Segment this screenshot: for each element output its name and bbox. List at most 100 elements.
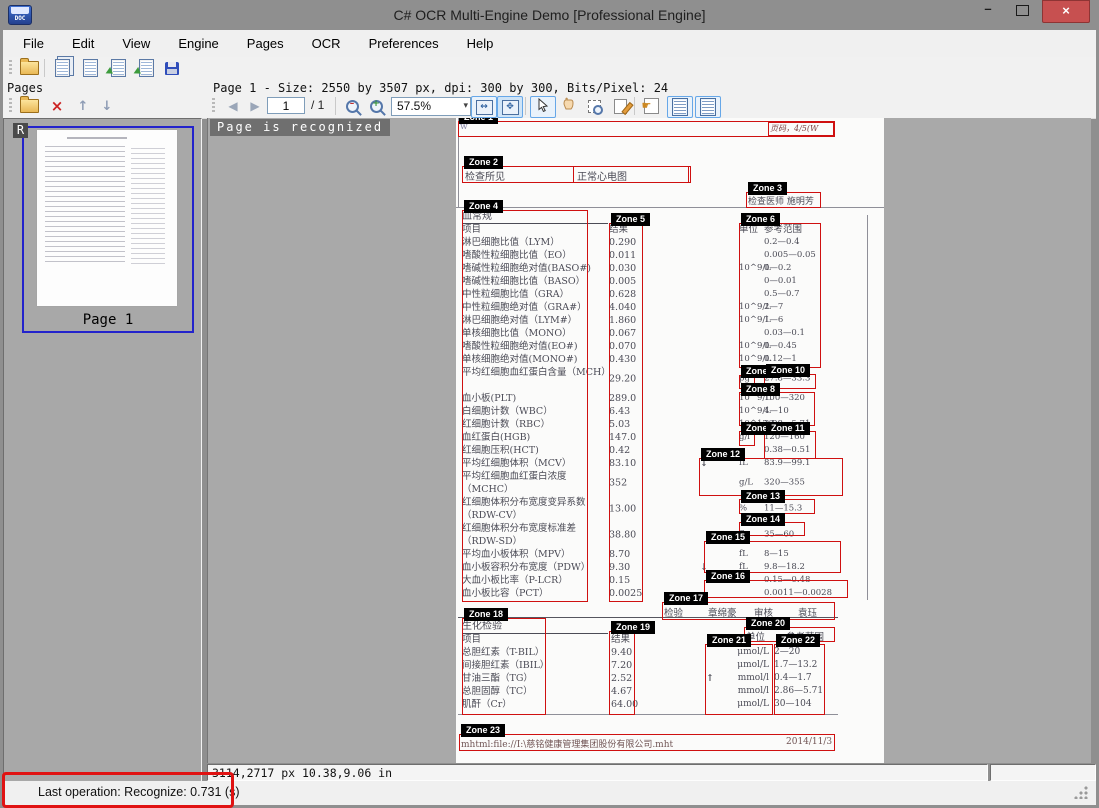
zone-label-chip[interactable]: Zone 16: [706, 570, 750, 583]
toolbar-separator: [44, 59, 45, 77]
page-thumbnail[interactable]: Page 1: [22, 126, 194, 333]
page-number-input[interactable]: [267, 97, 305, 114]
delete-icon: ×: [51, 99, 64, 114]
recognize-button[interactable]: [639, 96, 663, 116]
status-field-empty: [990, 764, 1096, 781]
zone-rect[interactable]: [705, 644, 773, 715]
doc-toolbar-grip[interactable]: [212, 98, 215, 114]
thumbnail-image[interactable]: [37, 130, 177, 306]
zone-label-chip[interactable]: Zone 13: [741, 490, 785, 503]
edit-zones-button[interactable]: [608, 96, 632, 116]
zone-label-chip[interactable]: Zone 20: [746, 617, 790, 630]
document-view[interactable]: Page is recognized Zone 1 w 页码，4/5(W Zon…: [207, 118, 1091, 763]
layout-view-button[interactable]: [667, 96, 693, 118]
menu-item-view[interactable]: View: [108, 31, 164, 56]
zone-rect[interactable]: [462, 618, 546, 715]
text-layout-icon: [700, 98, 716, 116]
fit-page-icon: ✥: [502, 100, 519, 115]
open-file-button[interactable]: [17, 58, 41, 78]
menu-item-edit[interactable]: Edit: [58, 31, 108, 56]
zone-rect[interactable]: [774, 644, 825, 715]
save-button[interactable]: [160, 58, 184, 78]
label-row: Pages Page 1 - Size: 2550 by 3507 px, dp…: [3, 80, 1096, 95]
zone-label-chip[interactable]: Zone 19: [611, 621, 655, 634]
close-button[interactable]: ×: [1042, 0, 1090, 23]
toolbar-separator: [335, 97, 336, 115]
next-icon: ▶: [250, 99, 259, 113]
scanned-page[interactable]: Zone 1 w 页码，4/5(W Zone 2 检查所见 正常心电图 Zone…: [456, 118, 884, 763]
fit-width-button[interactable]: ↔: [471, 96, 497, 118]
zone-label-chip[interactable]: Zone 6: [741, 213, 780, 226]
zone-label-chip[interactable]: Zone 15: [706, 531, 750, 544]
toolbar-grip[interactable]: [9, 60, 12, 76]
thumbnail-caption: Page 1: [24, 312, 192, 328]
prev-page-button[interactable]: ◀: [221, 96, 245, 116]
menu-item-preferences[interactable]: Preferences: [355, 31, 453, 56]
zone-rect[interactable]: [609, 631, 635, 715]
paste-page-button[interactable]: [134, 58, 158, 78]
fit-page-button[interactable]: ✥: [497, 96, 523, 118]
pages-toolbar-grip[interactable]: [9, 98, 12, 114]
recognized-badge: R: [13, 123, 28, 138]
chevron-down-icon[interactable]: ▾: [463, 100, 468, 111]
menu-item-help[interactable]: Help: [453, 31, 508, 56]
move-page-down-button[interactable]: ↓: [95, 96, 119, 116]
app-window: { "window": { "title": "C# OCR Multi-Eng…: [0, 0, 1099, 808]
zone-label-chip[interactable]: Zone 14: [741, 513, 785, 526]
zone-rect[interactable]: [739, 223, 821, 368]
zone-label-chip[interactable]: Zone 1: [459, 118, 498, 124]
zone-label-chip[interactable]: Zone 5: [611, 213, 650, 226]
page-view-button[interactable]: [78, 58, 102, 78]
menu-item-engine[interactable]: Engine: [164, 31, 232, 56]
zone-rect[interactable]: [704, 541, 841, 573]
zone-label-chip[interactable]: Zone 17: [664, 592, 708, 605]
move-page-up-button[interactable]: ↑: [71, 96, 95, 116]
zone-label-chip[interactable]: Zone 2: [464, 156, 503, 169]
text-view-button[interactable]: [695, 96, 721, 118]
zone-label-chip[interactable]: Zone 4: [464, 200, 503, 213]
zoom-level-combobox[interactable]: 57.5% ▾: [391, 97, 471, 116]
layout-icon: [672, 98, 688, 116]
zone-rect[interactable]: [764, 431, 816, 459]
select-tool-button[interactable]: [530, 96, 556, 118]
zoom-in-button[interactable]: +: [364, 96, 388, 116]
zone-label-chip[interactable]: Zone 18: [464, 608, 508, 621]
resize-grip[interactable]: [1074, 785, 1088, 799]
zone-label-chip[interactable]: Zone 11: [766, 422, 810, 435]
zone-rect[interactable]: [462, 210, 588, 602]
zoom-select-tool-button[interactable]: [582, 96, 606, 116]
pan-tool-button[interactable]: [556, 96, 580, 116]
zone-rect[interactable]: 页码，4/5(W: [768, 122, 834, 136]
menu-item-pages[interactable]: Pages: [233, 31, 298, 56]
next-page-button[interactable]: ▶: [243, 96, 267, 116]
zone-label-chip[interactable]: Zone 3: [748, 182, 787, 195]
menu-item-file[interactable]: File: [9, 31, 58, 56]
copy-page-button[interactable]: [106, 58, 130, 78]
zone-label-chip[interactable]: Zone 12: [701, 448, 745, 461]
zone-label-chip[interactable]: Zone 10: [766, 364, 810, 377]
zoom-region-icon: [588, 100, 601, 113]
delete-page-button[interactable]: ×: [45, 96, 69, 116]
document-icon: [83, 59, 98, 77]
open-folder-icon: [20, 99, 39, 113]
copy-pages-button[interactable]: [50, 58, 74, 78]
paste-document-icon: [139, 59, 154, 77]
zone-rect[interactable]: [609, 223, 643, 602]
zone-label-chip[interactable]: Zone 21: [707, 634, 751, 647]
zone-label-chip[interactable]: Zone 23: [461, 724, 505, 737]
annotation-highlight: [2, 772, 234, 808]
prev-icon: ◀: [228, 99, 237, 113]
zone-label-chip[interactable]: Zone 22: [776, 634, 820, 647]
zone-rect[interactable]: [573, 166, 689, 183]
zone-rect[interactable]: [459, 734, 835, 751]
maximize-button[interactable]: [1007, 0, 1037, 21]
window-title: C# OCR Multi-Engine Demo [Professional E…: [0, 0, 1099, 30]
menu-item-ocr[interactable]: OCR: [298, 31, 355, 56]
zoom-out-button[interactable]: –: [340, 96, 364, 116]
zone-rect[interactable]: [739, 392, 815, 426]
minimize-button[interactable]: –: [973, 0, 1003, 21]
edit-icon: [614, 99, 627, 114]
hand-icon: [562, 97, 575, 115]
zone-label-chip[interactable]: Zone 8: [741, 383, 780, 396]
add-page-button[interactable]: [17, 96, 41, 116]
